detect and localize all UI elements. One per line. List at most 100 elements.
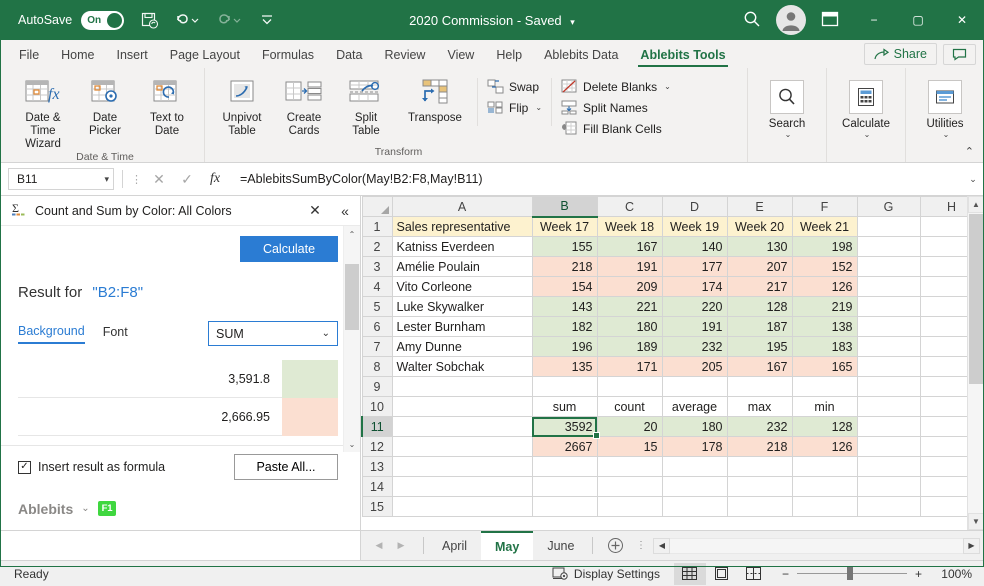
tab-home[interactable]: Home: [50, 44, 105, 68]
tab-view[interactable]: View: [436, 44, 485, 68]
cell-f11[interactable]: 128: [791, 416, 858, 437]
cell-a11[interactable]: [391, 416, 533, 437]
cell-d11[interactable]: 180: [661, 416, 728, 437]
page-break-preview-button[interactable]: [738, 563, 770, 585]
chevron-down-icon[interactable]: ⌄: [785, 130, 792, 139]
cell-c1[interactable]: Week 18: [596, 216, 663, 237]
cell-e2[interactable]: 130: [726, 236, 793, 257]
insert-result-as-formula-checkbox[interactable]: ✓ Insert result as formula: [18, 460, 165, 474]
avatar[interactable]: [776, 5, 806, 35]
cell-d8[interactable]: 205: [661, 356, 728, 377]
fill-blank-cells-button[interactable]: Fill Blank Cells: [556, 118, 676, 139]
brand-label[interactable]: Ablebits: [18, 501, 73, 517]
swap-button[interactable]: Swap: [482, 76, 547, 97]
tab-ablebits-tools[interactable]: Ablebits Tools: [629, 44, 736, 68]
cell-d10[interactable]: average: [661, 396, 728, 417]
normal-view-button[interactable]: [673, 562, 706, 585]
cell-f14[interactable]: [791, 476, 858, 497]
cell-g12[interactable]: [856, 436, 921, 457]
cell-b9[interactable]: [531, 376, 598, 397]
cell-g2[interactable]: [856, 236, 921, 257]
document-status[interactable]: Saved: [525, 13, 562, 28]
paste-all-button[interactable]: Paste All...: [234, 454, 338, 480]
text-to-date-button[interactable]: Text to Date: [136, 74, 198, 138]
scroll-up-icon[interactable]: ▲: [968, 196, 984, 213]
row-header-9[interactable]: 9: [361, 376, 393, 397]
cell-b8[interactable]: 135: [531, 356, 598, 377]
cell-e10[interactable]: max: [726, 396, 793, 417]
redo-icon[interactable]: [217, 11, 243, 29]
cell-a15[interactable]: [391, 496, 533, 517]
chevron-down-icon[interactable]: ⌄: [535, 103, 542, 112]
cell-c5[interactable]: 221: [596, 296, 663, 317]
cell-f9[interactable]: [791, 376, 858, 397]
cell-e1[interactable]: Week 20: [726, 216, 793, 237]
cell-g5[interactable]: [856, 296, 921, 317]
tab-formulas[interactable]: Formulas: [251, 44, 325, 68]
cell-a6[interactable]: Lester Burnham: [391, 316, 533, 337]
row-header-15[interactable]: 15: [361, 496, 393, 517]
sheet-tab-may[interactable]: May: [481, 531, 534, 560]
undo-icon[interactable]: [175, 11, 201, 29]
pane-tab-background[interactable]: Background: [18, 324, 85, 344]
transpose-button[interactable]: Transpose: [397, 74, 473, 125]
cell-e12[interactable]: 218: [726, 436, 793, 457]
cell-c8[interactable]: 171: [596, 356, 663, 377]
cell-g7[interactable]: [856, 336, 921, 357]
row-header-2[interactable]: 2: [361, 236, 393, 257]
cell-f3[interactable]: 152: [791, 256, 858, 277]
spreadsheet-grid[interactable]: A B C D E F G H 1 Sales representative W…: [361, 196, 984, 530]
cell-g10[interactable]: [856, 396, 921, 417]
cancel-formula-button[interactable]: ✕: [145, 168, 173, 190]
calculate-button[interactable]: Calculate ⌄: [833, 78, 899, 139]
cell-b6[interactable]: 182: [531, 316, 598, 337]
cell-e9[interactable]: [726, 376, 793, 397]
column-header-c[interactable]: C: [596, 196, 663, 217]
cell-e13[interactable]: [726, 456, 793, 477]
cell-c14[interactable]: [596, 476, 663, 497]
sheet-tab-april[interactable]: April: [428, 531, 481, 560]
chevron-down-icon[interactable]: ⌄: [864, 130, 871, 139]
hscroll-left-icon[interactable]: ◀: [653, 537, 671, 554]
tab-data[interactable]: Data: [325, 44, 373, 68]
cell-d4[interactable]: 174: [661, 276, 728, 297]
cell-d2[interactable]: 140: [661, 236, 728, 257]
cell-f15[interactable]: [791, 496, 858, 517]
cell-d3[interactable]: 177: [661, 256, 728, 277]
cell-a14[interactable]: [391, 476, 533, 497]
row-header-10[interactable]: 10: [361, 396, 393, 417]
cell-e3[interactable]: 207: [726, 256, 793, 277]
result-color-swatch[interactable]: [282, 360, 338, 398]
cell-c6[interactable]: 180: [596, 316, 663, 337]
cell-a2[interactable]: Katniss Everdeen: [391, 236, 533, 257]
close-button[interactable]: ✕: [940, 0, 984, 40]
zoom-level-label[interactable]: 100%: [930, 567, 972, 581]
cell-f12[interactable]: 126: [791, 436, 858, 457]
row-header-14[interactable]: 14: [361, 476, 393, 497]
scrollbar-thumb[interactable]: [345, 264, 359, 330]
cell-c7[interactable]: 189: [596, 336, 663, 357]
cell-a10[interactable]: [391, 396, 533, 417]
cell-d6[interactable]: 191: [661, 316, 728, 337]
cell-e5[interactable]: 128: [726, 296, 793, 317]
tab-review[interactable]: Review: [373, 44, 436, 68]
row-header-1[interactable]: 1: [361, 216, 393, 237]
display-settings-button[interactable]: Display Settings: [552, 566, 660, 581]
cell-b4[interactable]: 154: [531, 276, 598, 297]
tab-file[interactable]: File: [8, 44, 50, 68]
task-pane-scrollbar[interactable]: ⌃ ⌄: [343, 226, 360, 452]
maximize-button[interactable]: ▢: [896, 0, 940, 40]
sheet-nav-next[interactable]: ▶: [391, 540, 411, 551]
ribbon-display-options-icon[interactable]: [820, 9, 840, 32]
row-header-3[interactable]: 3: [361, 256, 393, 277]
name-box[interactable]: B11 ▾: [8, 168, 114, 190]
tab-help[interactable]: Help: [485, 44, 533, 68]
cell-d14[interactable]: [661, 476, 728, 497]
collapse-pane-icon[interactable]: «: [334, 203, 356, 219]
cell-e4[interactable]: 217: [726, 276, 793, 297]
cell-c4[interactable]: 209: [596, 276, 663, 297]
scrollbar-thumb[interactable]: [969, 214, 983, 384]
cell-d7[interactable]: 232: [661, 336, 728, 357]
cell-f8[interactable]: 165: [791, 356, 858, 377]
utilities-button[interactable]: Utilities ⌄: [912, 78, 978, 139]
